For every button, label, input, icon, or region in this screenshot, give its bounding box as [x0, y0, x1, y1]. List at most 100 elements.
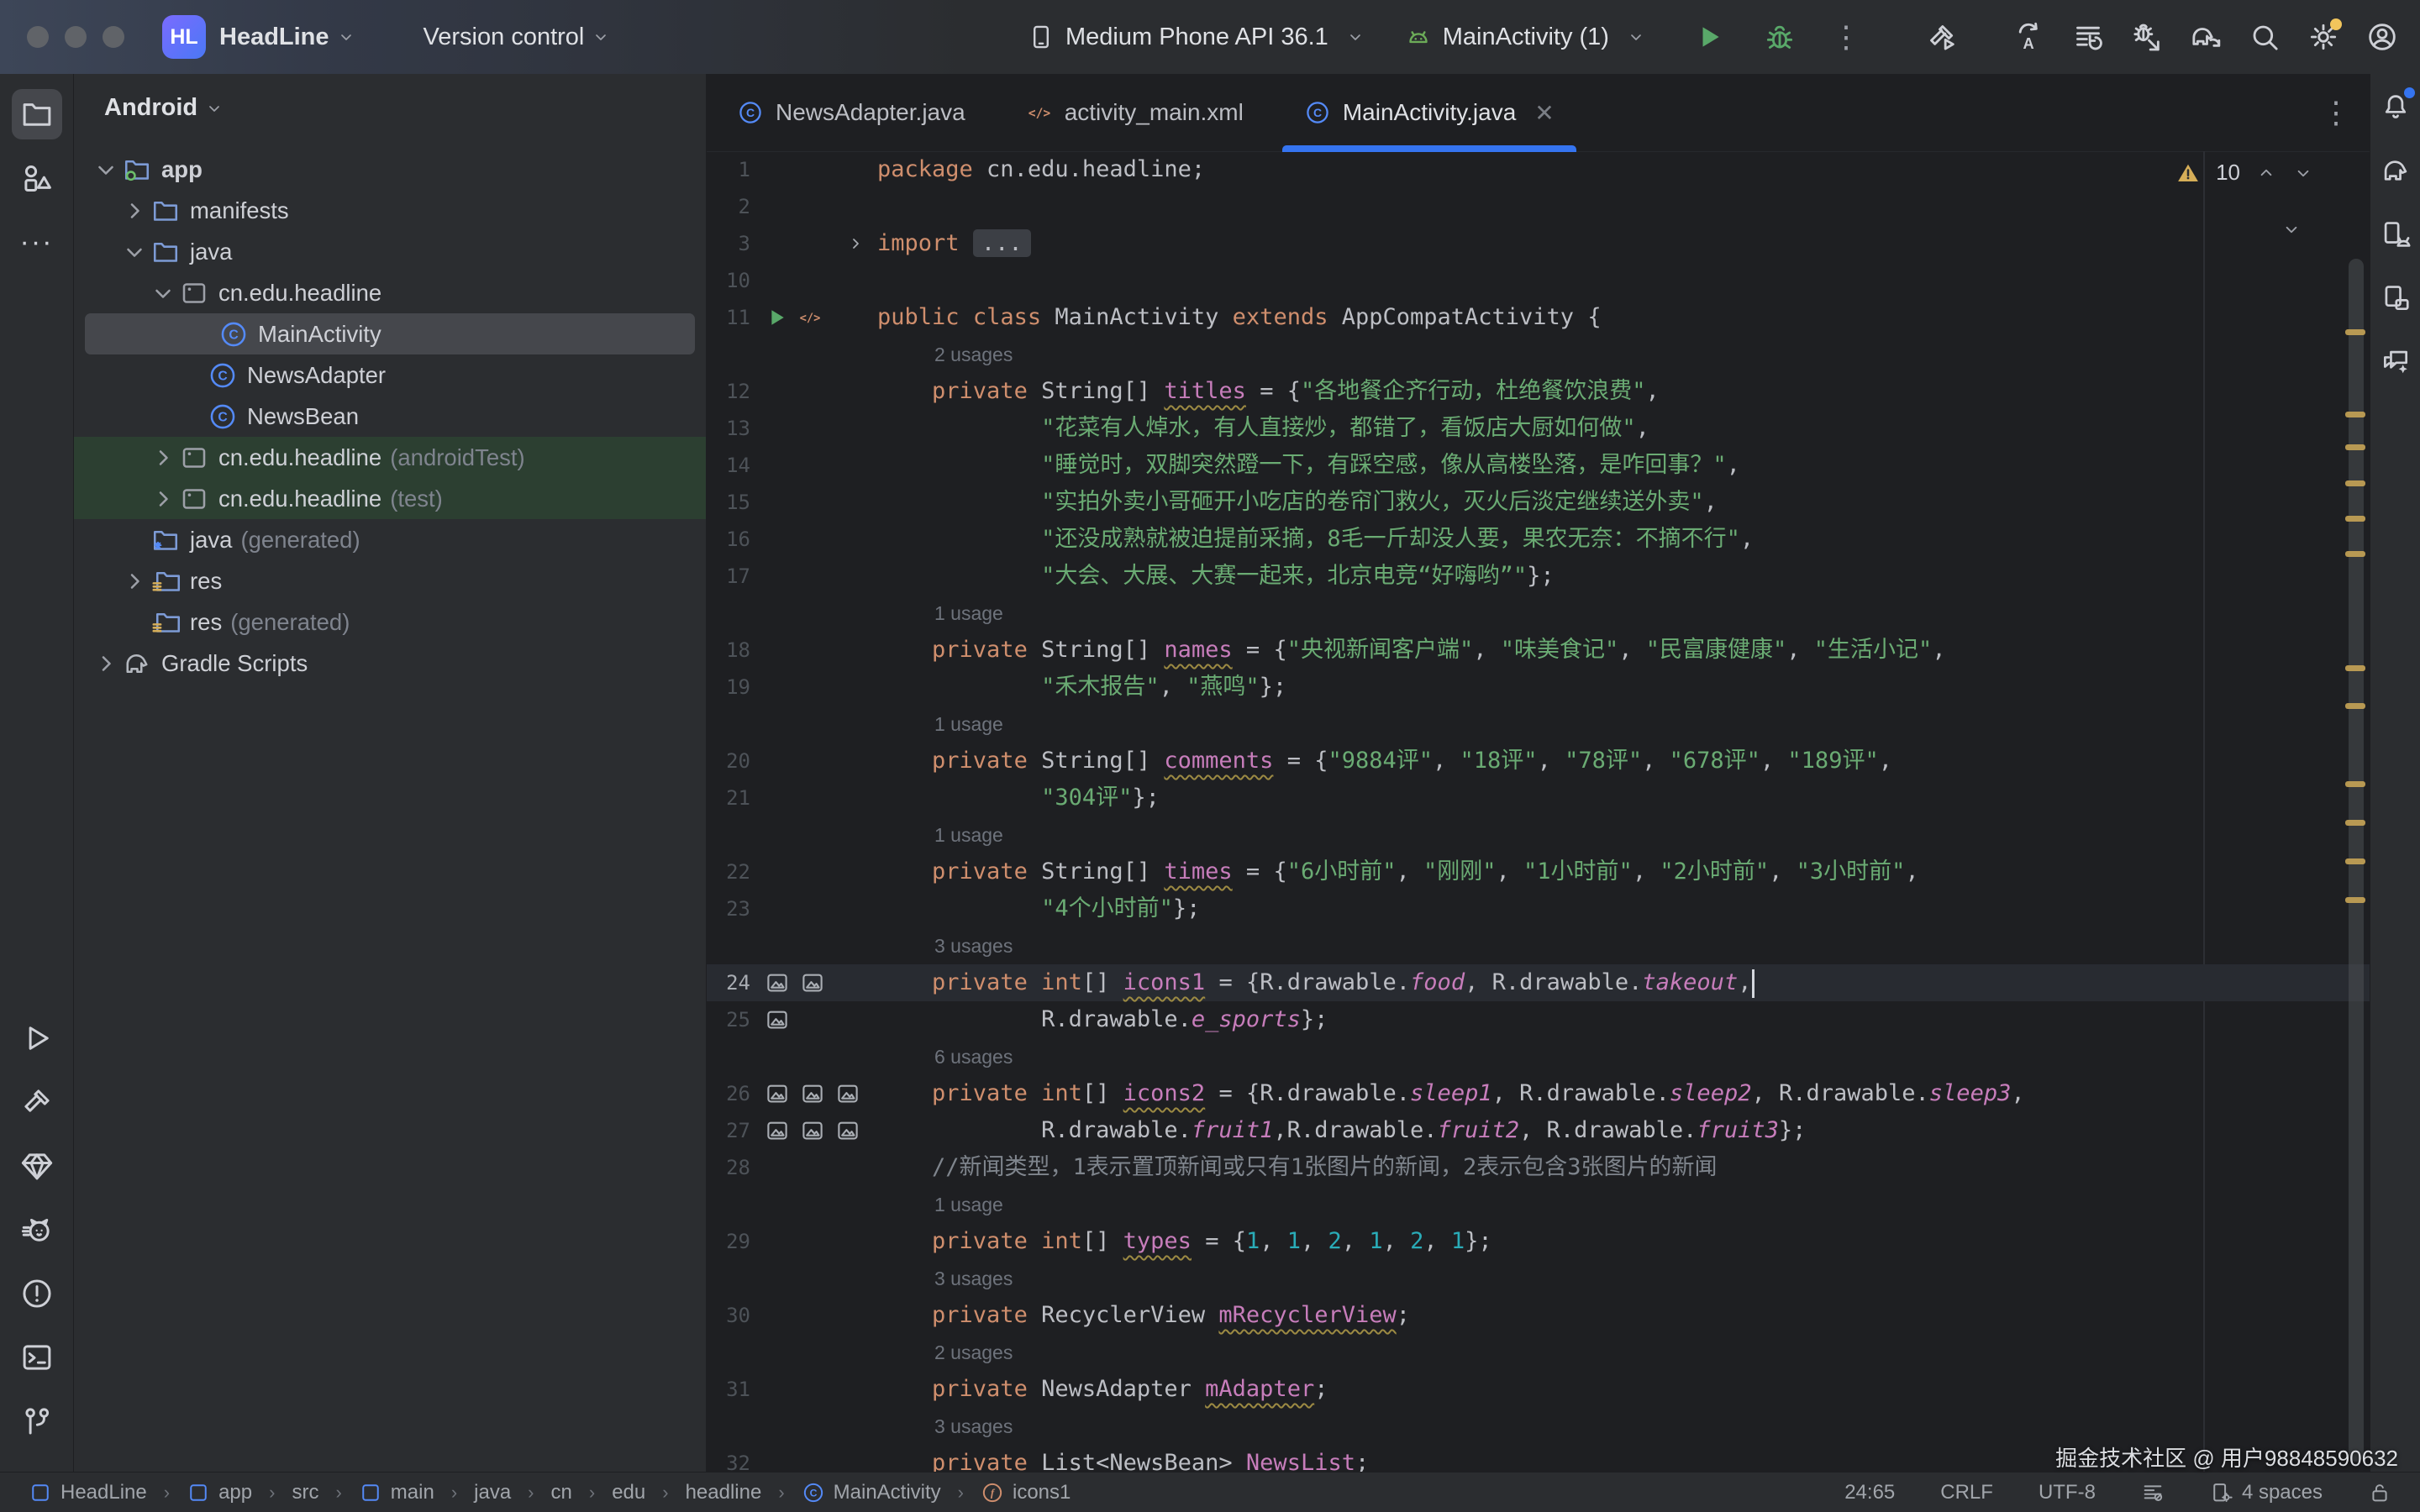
chevron-right-icon[interactable] — [119, 566, 150, 596]
code-line-13[interactable]: 13 "花菜有人焯水，有人直接炒，都错了，看饭店大厨如何做", — [707, 410, 2370, 447]
chevron-right-icon[interactable] — [119, 196, 150, 226]
breadcrumb-icons1[interactable]: ficons1 — [976, 1480, 1076, 1505]
resource-manager-tool-button[interactable] — [12, 153, 62, 203]
warning-stripe-mark[interactable] — [2345, 551, 2365, 557]
drawable-preview-icon[interactable] — [834, 1118, 861, 1143]
drawable-preview-icon[interactable] — [764, 1081, 791, 1106]
code-line-22[interactable]: 22 private String[] times = {"6小时前", "刚刚… — [707, 853, 2370, 890]
tab-activity-main-xml[interactable]: </>activity_main.xml — [996, 74, 1274, 151]
usages-hint[interactable]: 3 usages — [934, 1415, 1013, 1438]
git-branch-tool-button[interactable] — [12, 1396, 62, 1446]
project-view-selector[interactable]: Android — [74, 74, 706, 127]
tab-NewsAdapter-java[interactable]: CNewsAdapter.java — [707, 74, 996, 151]
tab-MainActivity-java[interactable]: CMainActivity.java✕ — [1274, 74, 1585, 151]
encoding-widget[interactable]: UTF-8 — [2033, 1480, 2101, 1505]
tree-item-app[interactable]: app — [74, 149, 706, 190]
breadcrumb-java[interactable]: java — [469, 1480, 516, 1505]
hammer-tool-button[interactable] — [12, 1077, 62, 1127]
line-separator-widget[interactable]: CRLF — [1935, 1480, 1998, 1505]
gradle-button[interactable] — [2376, 151, 2415, 190]
project-tool-button[interactable] — [12, 89, 62, 139]
usages-hint[interactable]: 1 usage — [934, 713, 1003, 736]
tree-item-NewsAdapter[interactable]: CNewsAdapter — [74, 354, 706, 396]
drawable-preview-icon[interactable] — [799, 970, 826, 995]
related-xml-gutter-icon[interactable]: </> — [797, 305, 823, 330]
device-selector[interactable]: Medium Phone API 36.1 — [1027, 23, 1365, 51]
breadcrumb-src[interactable]: src — [287, 1480, 324, 1505]
code-line-1[interactable]: 1package cn.edu.headline; — [707, 151, 2370, 188]
chevron-right-icon[interactable] — [148, 443, 178, 473]
code-line-25[interactable]: 25 R.drawable.e_sports}; — [707, 1001, 2370, 1038]
code-line-28[interactable]: 28 //新闻类型，1表示置顶新闻或只有1张图片的新闻，2表示包含3张图片的新闻 — [707, 1149, 2370, 1186]
formatter-widget[interactable] — [2136, 1480, 2170, 1505]
translate-button[interactable]: A — [2005, 13, 2054, 61]
warning-stripe-mark[interactable] — [2345, 444, 2365, 450]
chevron-down-icon[interactable] — [148, 278, 178, 308]
code-line-19[interactable]: 19 "禾木报告", "燕鸣"}; — [707, 669, 2370, 706]
gem-tool-button[interactable] — [12, 1141, 62, 1191]
tree-item-res[interactable]: res(generated) — [74, 601, 706, 643]
code-line-12[interactable]: 12 private String[] titles = {"各地餐企齐行动，杜… — [707, 373, 2370, 410]
notifications-button[interactable] — [2376, 87, 2415, 126]
gradle-sync-button[interactable] — [2181, 13, 2230, 61]
tab-options-button[interactable]: ⋮ — [2321, 97, 2351, 128]
tree-item-manifests[interactable]: manifests — [74, 190, 706, 231]
warning-stripe-mark[interactable] — [2345, 480, 2365, 486]
window-zoom-button[interactable] — [103, 26, 124, 48]
chevron-down-icon[interactable] — [336, 27, 356, 47]
chevron-down-icon[interactable] — [119, 237, 150, 267]
code-area[interactable]: 1package cn.edu.headline;23import ...101… — [707, 151, 2370, 1472]
chevron-right-icon[interactable] — [148, 484, 178, 514]
caret-position-widget[interactable]: 24:65 — [1839, 1480, 1900, 1505]
warning-stripe-mark[interactable] — [2345, 820, 2365, 826]
indent-widget[interactable]: 4 spaces — [2205, 1480, 2328, 1505]
warning-stripe-mark[interactable] — [2345, 516, 2365, 522]
usages-hint[interactable]: 6 usages — [934, 1046, 1013, 1068]
warning-stripe-mark[interactable] — [2345, 703, 2365, 709]
fold-chevron-icon[interactable] — [845, 234, 865, 254]
chevron-down-icon[interactable] — [91, 155, 121, 185]
drawable-preview-icon[interactable] — [764, 1007, 791, 1032]
project-name[interactable]: HeadLine — [219, 24, 329, 51]
run-tool-button[interactable] — [12, 1013, 62, 1063]
terminal-tool-button[interactable] — [12, 1332, 62, 1383]
readonly-toggle[interactable] — [2363, 1480, 2396, 1505]
usages-hint[interactable]: 1 usage — [934, 602, 1003, 625]
next-problem-button[interactable] — [2292, 162, 2314, 184]
code-line-17[interactable]: 17 "大会、大展、大赛一起来，北京电竞“好嗨哟”"}; — [707, 558, 2370, 595]
more-tool-windows-button[interactable]: ··· — [12, 217, 62, 267]
debug-button[interactable] — [1755, 13, 1804, 61]
usages-hint[interactable]: 2 usages — [934, 1341, 1013, 1364]
window-close-button[interactable] — [27, 26, 49, 48]
chevron-right-icon[interactable] — [91, 648, 121, 679]
code-line-21[interactable]: 21 "304评"}; — [707, 780, 2370, 816]
code-line-16[interactable]: 16 "还没成熟就被迫提前采摘，8毛一斤却没人要，果农无奈：不摘不行", — [707, 521, 2370, 558]
tree-item-res[interactable]: res — [74, 560, 706, 601]
drawable-preview-icon[interactable] — [799, 1081, 826, 1106]
tree-item-cn-edu-headline[interactable]: cn.edu.headline — [74, 272, 706, 313]
search-button[interactable] — [2240, 13, 2289, 61]
breadcrumb-HeadLine[interactable]: HeadLine — [24, 1480, 152, 1505]
tree-item-NewsBean[interactable]: CNewsBean — [74, 396, 706, 437]
window-minimize-button[interactable] — [65, 26, 87, 48]
tree-item-java[interactable]: java — [74, 231, 706, 272]
settings-button[interactable] — [2299, 13, 2348, 61]
running-devices-button[interactable] — [2376, 279, 2415, 318]
code-line-14[interactable]: 14 "睡觉时，双脚突然蹬一下，有踩空感，像从高楼坠落，是咋回事？", — [707, 447, 2370, 484]
problems-tool-button[interactable] — [12, 1268, 62, 1319]
code-line-3[interactable]: 3import ... — [707, 225, 2370, 262]
drawable-preview-icon[interactable] — [799, 1118, 826, 1143]
code-line-10[interactable]: 10 — [707, 262, 2370, 299]
chevron-down-icon[interactable] — [2281, 218, 2302, 240]
code-line-11[interactable]: 11</>public class MainActivity extends A… — [707, 299, 2370, 336]
tree-item-java[interactable]: java(generated) — [74, 519, 706, 560]
usages-hint[interactable]: 3 usages — [934, 1268, 1013, 1290]
code-line-27[interactable]: 27 R.drawable.fruit1,R.drawable.fruit2, … — [707, 1112, 2370, 1149]
warning-stripe-mark[interactable] — [2345, 781, 2365, 787]
vcs-widget[interactable]: Version control — [410, 24, 612, 51]
run-button[interactable] — [1685, 13, 1733, 61]
breadcrumb-headline[interactable]: headline — [681, 1480, 767, 1505]
breadcrumb-app[interactable]: app — [182, 1480, 257, 1505]
code-line-23[interactable]: 23 "4个小时前"}; — [707, 890, 2370, 927]
drawable-preview-icon[interactable] — [764, 1118, 791, 1143]
